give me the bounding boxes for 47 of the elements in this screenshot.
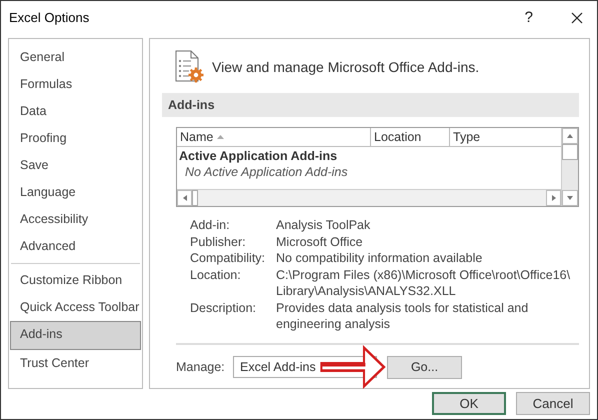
- detail-value: No compatibility information available: [276, 250, 482, 266]
- sidebar-item[interactable]: Accessibility: [10, 206, 141, 233]
- column-header[interactable]: Type: [450, 128, 561, 146]
- detail-label: Add-in:: [190, 217, 231, 234]
- horizontal-scrollbar[interactable]: [177, 189, 561, 206]
- arrow-overlay: [320, 344, 386, 388]
- sidebar-item[interactable]: Proofing: [10, 125, 141, 152]
- go-button[interactable]: Go...: [387, 356, 462, 378]
- sidebar-item[interactable]: Customize Ribbon: [10, 267, 141, 294]
- help-button[interactable]: ?: [524, 9, 533, 26]
- scroll-up-icon[interactable]: [567, 134, 573, 138]
- close-icon[interactable]: [571, 12, 583, 24]
- scroll-thumb[interactable]: [562, 144, 578, 160]
- sidebar-item[interactable]: Formulas: [10, 71, 141, 98]
- detail-label: Location:: [190, 266, 242, 284]
- empty-message: No Active Application Add-ins: [184, 164, 349, 181]
- sidebar-item[interactable]: Advanced: [10, 233, 141, 260]
- column-header[interactable]: Name: [177, 128, 371, 146]
- section-header: Add-ins: [162, 93, 579, 117]
- scroll-down-icon[interactable]: [567, 196, 573, 200]
- detail-value: Provides data analysis tools for statistical and engineering analysis: [276, 300, 528, 332]
- sidebar-item[interactable]: General: [10, 44, 141, 71]
- window-title: Excel Options: [9, 10, 90, 25]
- sidebar-item[interactable]: Language: [10, 179, 141, 206]
- manage-label: Manage:: [176, 360, 226, 374]
- sidebar-item[interactable]: Save: [10, 152, 141, 179]
- sidebar-item[interactable]: Trust Center: [10, 350, 141, 377]
- vertical-scrollbar[interactable]: [561, 128, 578, 206]
- page-heading: View and manage Microsoft Office Add-ins.: [212, 59, 480, 75]
- detail-label: Publisher:: [190, 234, 247, 250]
- detail-label: Compatibility:: [190, 250, 266, 266]
- sidebar-item[interactable]: Data: [10, 98, 141, 125]
- scroll-thumb[interactable]: [192, 190, 198, 206]
- addins-list[interactable]: Name Location Type Active Application Add-ins No Active Application Add-ins: [176, 127, 579, 207]
- column-header[interactable]: Location: [371, 128, 450, 146]
- sidebar-item[interactable]: Quick Access Toolbar: [10, 294, 141, 321]
- scroll-right-icon[interactable]: [552, 195, 556, 201]
- detail-value: Analysis ToolPak: [276, 217, 370, 234]
- detail-label: Description:: [190, 300, 257, 317]
- detail-value: Microsoft Office: [276, 234, 363, 250]
- group-title: Active Application Add-ins: [179, 148, 338, 164]
- sidebar-item[interactable]: Add-ins: [10, 321, 141, 350]
- scroll-left-icon[interactable]: [182, 195, 186, 201]
- ok-button[interactable]: OK: [432, 392, 506, 415]
- detail-value: C:\Program Files (x86)\Microsoft Office\root\Office16\ Library\Analysis\ANALYS32.XLL: [276, 266, 570, 300]
- document-gear-icon: [174, 50, 204, 84]
- cancel-button[interactable]: Cancel: [516, 392, 590, 415]
